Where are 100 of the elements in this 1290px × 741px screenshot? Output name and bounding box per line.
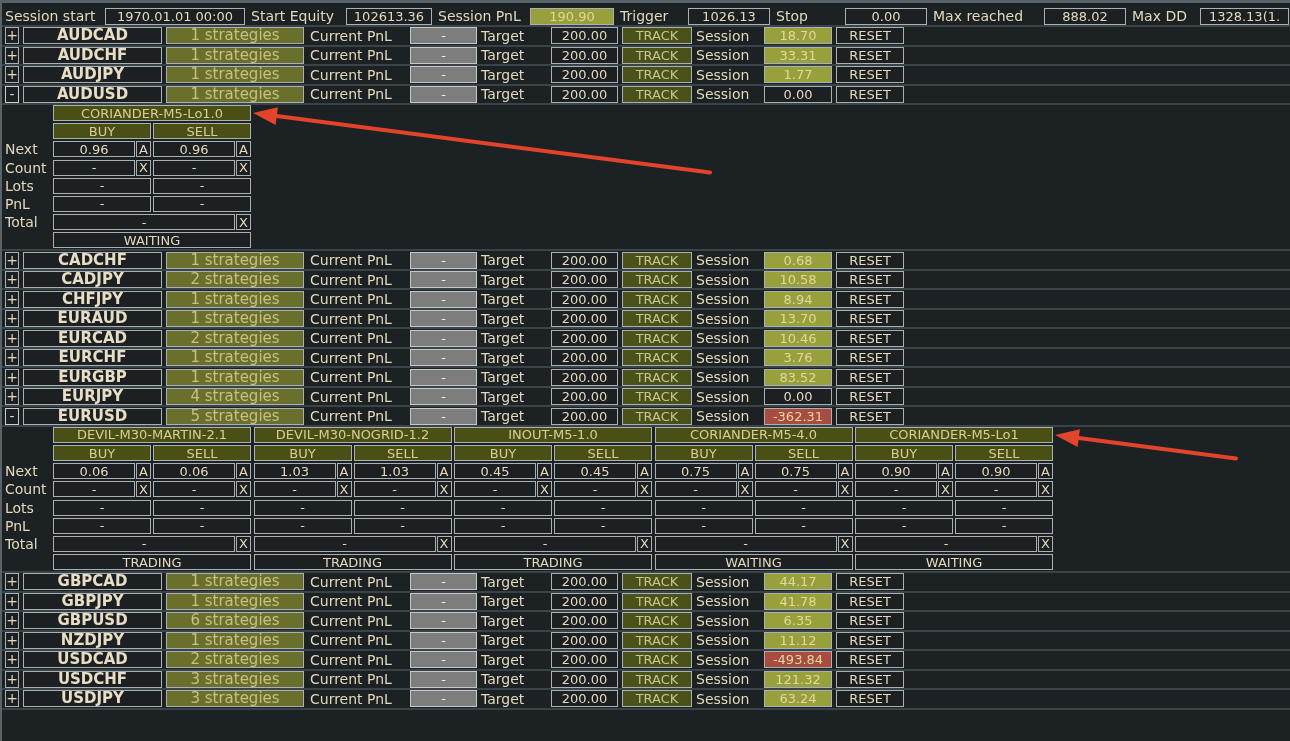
track-button[interactable]: TRACK [622, 310, 692, 328]
reset-button[interactable]: RESET [836, 368, 904, 386]
expand-toggle[interactable]: + [5, 310, 19, 328]
close-button[interactable]: X [1038, 481, 1053, 498]
reset-button[interactable]: RESET [836, 407, 904, 425]
expand-toggle[interactable]: + [5, 368, 19, 386]
close-all-button[interactable]: X [837, 535, 853, 552]
close-button[interactable]: X [637, 481, 652, 498]
auto-button[interactable]: A [938, 463, 953, 480]
track-button[interactable]: TRACK [622, 251, 692, 269]
track-button[interactable]: TRACK [622, 290, 692, 308]
close-button[interactable]: X [436, 481, 452, 498]
target-input[interactable]: 200.00 [551, 407, 618, 425]
field-label: Max reached [932, 8, 1025, 24]
track-button[interactable]: TRACK [622, 690, 692, 708]
expand-toggle[interactable]: + [5, 329, 19, 347]
track-button[interactable]: TRACK [622, 27, 692, 45]
reset-button[interactable]: RESET [836, 290, 904, 308]
reset-button[interactable]: RESET [836, 66, 904, 84]
reset-button[interactable]: RESET [836, 690, 904, 708]
close-button[interactable]: X [136, 481, 151, 498]
reset-button[interactable]: RESET [836, 349, 904, 367]
target-input[interactable]: 200.00 [551, 690, 618, 708]
track-button[interactable]: TRACK [622, 66, 692, 84]
auto-button[interactable]: A [136, 141, 151, 158]
expand-toggle[interactable]: - [5, 407, 19, 425]
symbol-name: EURUSD [23, 407, 162, 425]
expand-toggle[interactable]: + [5, 66, 19, 84]
target-input[interactable]: 200.00 [551, 573, 618, 591]
track-button[interactable]: TRACK [622, 271, 692, 289]
target-input[interactable]: 200.00 [551, 612, 618, 630]
pnl-value: - [53, 195, 151, 212]
reset-button[interactable]: RESET [836, 271, 904, 289]
current-pnl-label: Current PnL [309, 271, 393, 288]
auto-button[interactable]: A [136, 463, 151, 480]
expand-toggle[interactable]: + [5, 271, 19, 289]
auto-button[interactable]: A [336, 463, 352, 480]
side-header: BUY [855, 445, 953, 461]
auto-button[interactable]: A [537, 463, 552, 480]
reset-button[interactable]: RESET [836, 27, 904, 45]
close-all-button[interactable]: X [236, 535, 251, 552]
total-value: - [454, 535, 636, 552]
target-input[interactable]: 200.00 [551, 27, 618, 45]
expand-toggle[interactable]: + [5, 612, 19, 630]
expand-toggle[interactable]: + [5, 27, 19, 45]
reset-button[interactable]: RESET [836, 612, 904, 630]
close-all-button[interactable]: X [436, 535, 452, 552]
current-pnl-value: - [410, 329, 477, 347]
auto-button[interactable]: A [236, 463, 251, 480]
target-input[interactable]: 200.00 [551, 368, 618, 386]
target-input[interactable]: 200.00 [551, 310, 618, 328]
auto-button[interactable]: A [837, 463, 853, 480]
reset-button[interactable]: RESET [836, 251, 904, 269]
close-all-button[interactable]: X [637, 535, 652, 552]
target-input[interactable]: 200.00 [551, 251, 618, 269]
track-button[interactable]: TRACK [622, 651, 692, 669]
expand-toggle[interactable]: + [5, 349, 19, 367]
reset-button[interactable]: RESET [836, 329, 904, 347]
close-button[interactable]: X [737, 481, 753, 498]
target-input[interactable]: 200.00 [551, 271, 618, 289]
auto-button[interactable]: A [737, 463, 753, 480]
track-button[interactable]: TRACK [622, 612, 692, 630]
reset-button[interactable]: RESET [836, 388, 904, 406]
close-all-button[interactable]: X [1038, 535, 1053, 552]
target-input[interactable]: 200.00 [551, 388, 618, 406]
close-button[interactable]: X [336, 481, 352, 498]
auto-button[interactable]: A [1038, 463, 1053, 480]
expand-toggle[interactable]: + [5, 290, 19, 308]
target-input[interactable]: 200.00 [551, 66, 618, 84]
auto-button[interactable]: A [436, 463, 452, 480]
track-button[interactable]: TRACK [622, 388, 692, 406]
close-button[interactable]: X [938, 481, 953, 498]
reset-button[interactable]: RESET [836, 651, 904, 669]
expand-toggle[interactable]: + [5, 690, 19, 708]
close-button[interactable]: X [236, 481, 251, 498]
close-button[interactable]: X [537, 481, 552, 498]
reset-button[interactable]: RESET [836, 573, 904, 591]
reset-button[interactable]: RESET [836, 310, 904, 328]
current-pnl-value: - [410, 407, 477, 425]
close-button[interactable]: X [837, 481, 853, 498]
target-input[interactable]: 200.00 [551, 290, 618, 308]
auto-button[interactable]: A [637, 463, 652, 480]
value-field: 190.90 [530, 7, 614, 25]
track-button[interactable]: TRACK [622, 368, 692, 386]
track-button[interactable]: TRACK [622, 407, 692, 425]
expand-toggle[interactable]: + [5, 251, 19, 269]
target-input[interactable]: 200.00 [551, 349, 618, 367]
track-button[interactable]: TRACK [622, 329, 692, 347]
track-button[interactable]: TRACK [622, 573, 692, 591]
auto-button[interactable]: A [236, 141, 251, 158]
next-lot-value: 0.96 [153, 141, 235, 158]
expand-toggle[interactable]: + [5, 573, 19, 591]
close-button[interactable]: X [136, 159, 151, 176]
close-button[interactable]: X [236, 159, 251, 176]
expand-toggle[interactable]: + [5, 651, 19, 669]
expand-toggle[interactable]: + [5, 388, 19, 406]
track-button[interactable]: TRACK [622, 349, 692, 367]
close-all-button[interactable]: X [236, 214, 251, 231]
target-input[interactable]: 200.00 [551, 651, 618, 669]
target-input[interactable]: 200.00 [551, 329, 618, 347]
